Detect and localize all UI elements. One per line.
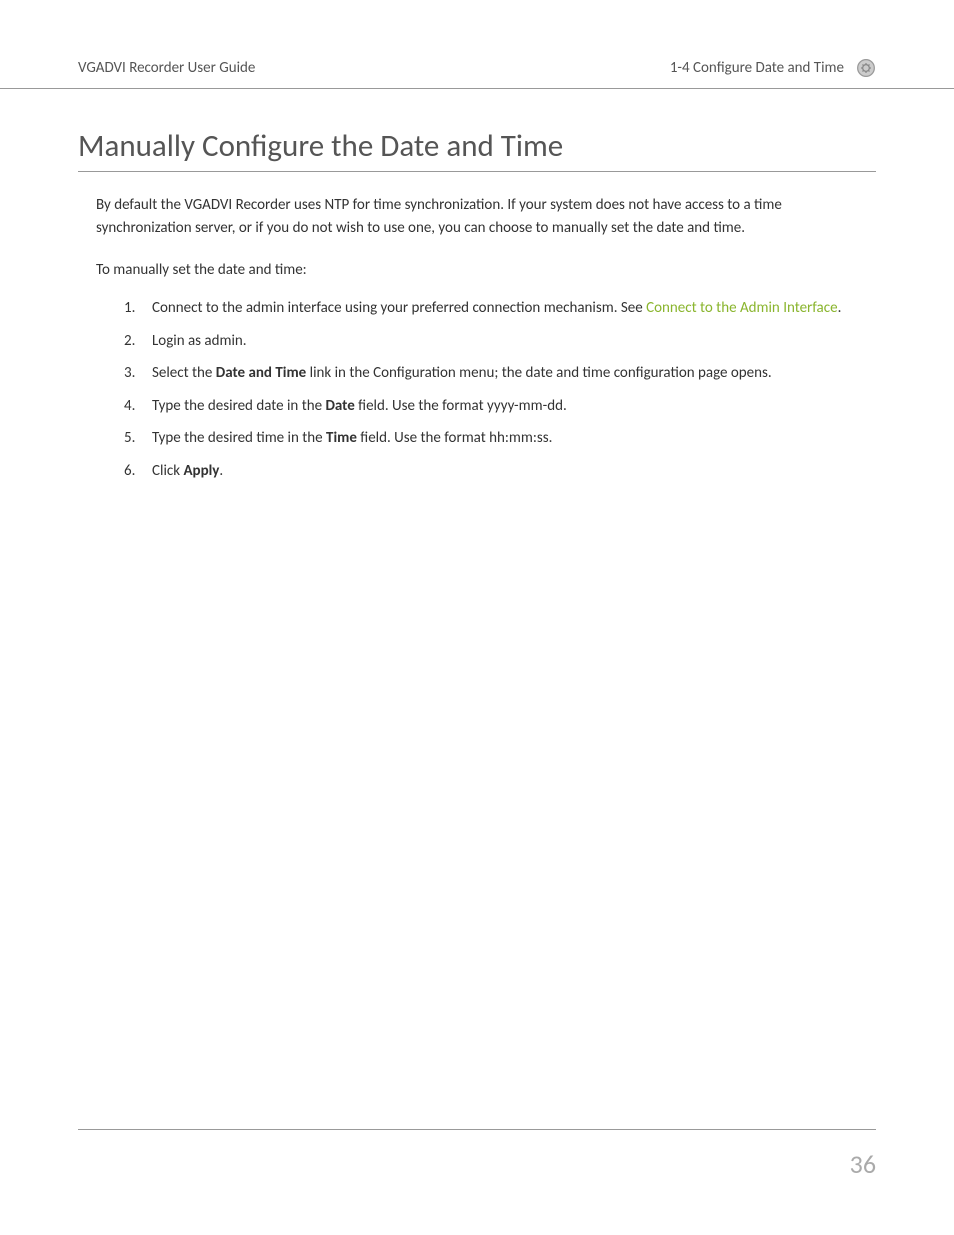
step-3-text-post: link in the Configuration menu; the date…	[306, 364, 771, 382]
step-1-text-post: .	[838, 299, 842, 317]
page-title: Manually Configure the Date and Time	[78, 127, 876, 172]
step-2: Login as admin.	[124, 330, 876, 353]
page-footer: 36	[78, 1129, 876, 1180]
header-guide-title: VGADVI Recorder User Guide	[78, 59, 255, 77]
step-6: Click Apply.	[124, 460, 876, 483]
step-1: Connect to the admin interface using you…	[124, 297, 876, 320]
step-3-text-pre: Select the	[152, 364, 216, 382]
step-3: Select the Date and Time link in the Con…	[124, 362, 876, 385]
page-header: VGADVI Recorder User Guide 1-4 Configure…	[0, 0, 954, 89]
step-1-text-pre: Connect to the admin interface using you…	[152, 299, 646, 317]
step-6-bold: Apply	[183, 462, 219, 480]
step-4-bold: Date	[325, 397, 354, 415]
step-3-bold: Date and Time	[216, 364, 306, 382]
page-number: 36	[850, 1148, 876, 1180]
header-section-text: 1-4 Configure Date and Time	[670, 59, 844, 77]
step-5-bold: Time	[326, 429, 357, 447]
step-4-text-post: field. Use the format yyyy-mm-dd.	[355, 397, 567, 415]
step-4-text-pre: Type the desired date in the	[152, 397, 325, 415]
step-5: Type the desired time in the Time field.…	[124, 427, 876, 450]
step-6-text-post: .	[219, 462, 223, 480]
gear-icon	[856, 58, 876, 78]
intro-paragraph: By default the VGADVI Recorder uses NTP …	[96, 194, 876, 239]
step-5-text-post: field. Use the format hh:mm:ss.	[357, 429, 553, 447]
connect-admin-link[interactable]: Connect to the Admin Interface	[646, 299, 837, 317]
step-5-text-pre: Type the desired time in the	[152, 429, 326, 447]
page-content: Manually Configure the Date and Time By …	[0, 89, 954, 482]
steps-list: Connect to the admin interface using you…	[124, 297, 876, 482]
instruction-lead: To manually set the date and time:	[96, 261, 876, 279]
step-6-text-pre: Click	[152, 462, 183, 480]
step-4: Type the desired date in the Date field.…	[124, 395, 876, 418]
header-section-title: 1-4 Configure Date and Time	[670, 58, 876, 78]
